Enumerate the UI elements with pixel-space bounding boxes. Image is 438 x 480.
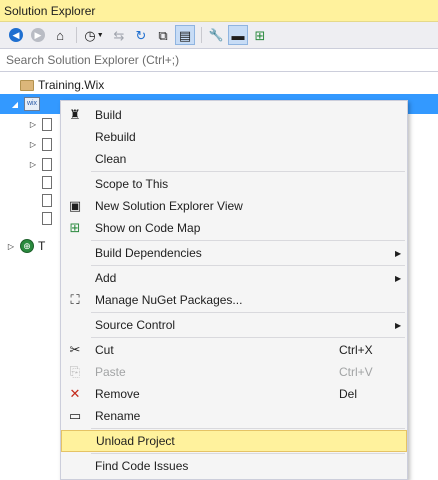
menu-item-add[interactable]: Add ▶ bbox=[61, 267, 407, 289]
menu-item-label: Cut bbox=[95, 343, 114, 357]
back-icon[interactable]: ◀ bbox=[6, 25, 26, 45]
tree-item[interactable]: ▷ bbox=[28, 114, 56, 134]
menu-item-label: Unload Project bbox=[96, 434, 175, 448]
file-icon bbox=[42, 137, 52, 151]
history-icon[interactable]: ◷ ▼ bbox=[81, 25, 107, 45]
menu-item-find-code-issues[interactable]: Find Code Issues bbox=[61, 455, 407, 477]
menu-separator bbox=[91, 240, 405, 241]
menu-item-label: Scope to This bbox=[95, 177, 169, 191]
tree-item-label: Training.Wix bbox=[38, 78, 105, 92]
menu-item-label: Find Code Issues bbox=[95, 459, 189, 473]
remove-icon: ✕ bbox=[69, 386, 81, 401]
paste-icon: ⎘ bbox=[69, 364, 81, 379]
code-map-icon[interactable]: ⊞ bbox=[250, 25, 270, 45]
menu-separator bbox=[91, 453, 405, 454]
menu-separator bbox=[91, 171, 405, 172]
menu-separator bbox=[91, 312, 405, 313]
menu-item-label: Rebuild bbox=[95, 130, 136, 144]
menu-item-manage-nuget[interactable]: ⛶ Manage NuGet Packages... bbox=[61, 289, 407, 311]
file-icon bbox=[42, 117, 52, 131]
refresh-icon[interactable]: ↻ bbox=[131, 25, 151, 45]
menu-item-label: Add bbox=[95, 271, 117, 285]
preview-icon[interactable]: ▬ bbox=[228, 25, 248, 45]
menu-item-label: Show on Code Map bbox=[95, 221, 201, 235]
menu-item-scope-to-this[interactable]: Scope to This bbox=[61, 173, 407, 195]
toolbar-separator bbox=[201, 27, 202, 43]
properties-icon[interactable]: 🔧 bbox=[206, 25, 226, 45]
folder-icon bbox=[20, 79, 34, 91]
menu-item-label: Remove bbox=[95, 387, 140, 401]
nuget-icon: ⛶ bbox=[70, 292, 80, 307]
toolbar: ◀ ▶ ⌂ ◷ ▼ ⇆ ↻ ⧉ ▤ 🔧 ▬ ⊞ bbox=[0, 22, 438, 48]
collapse-all-icon[interactable]: ⧉ bbox=[153, 25, 173, 45]
tree-item-solution[interactable]: Training.Wix bbox=[6, 75, 104, 95]
window-title: Solution Explorer bbox=[0, 0, 438, 22]
code-map-icon: ⊞ bbox=[69, 220, 81, 235]
menu-item-build-dependencies[interactable]: Build Dependencies ▶ bbox=[61, 242, 407, 264]
menu-item-shortcut: Del bbox=[339, 387, 358, 401]
expand-arrow-icon: ▷ bbox=[29, 159, 37, 169]
tree-item[interactable] bbox=[38, 208, 56, 228]
menu-item-shortcut: Ctrl+X bbox=[339, 343, 373, 357]
file-icon bbox=[42, 193, 52, 207]
expand-arrow-icon: ▷ bbox=[7, 241, 15, 251]
project-icon: wix bbox=[24, 97, 40, 111]
submenu-arrow-icon: ▶ bbox=[395, 248, 402, 258]
expand-arrow-icon: ▷ bbox=[29, 119, 37, 129]
menu-item-clean[interactable]: Clean bbox=[61, 148, 407, 170]
collapse-arrow-icon: ◢ bbox=[11, 99, 19, 109]
menu-item-label: Paste bbox=[95, 365, 126, 379]
cut-icon: ✂ bbox=[69, 342, 81, 357]
tree-item-label: T bbox=[38, 239, 46, 253]
menu-item-paste[interactable]: ⎘ Paste Ctrl+V bbox=[61, 361, 407, 383]
new-view-icon: ▣ bbox=[68, 198, 82, 213]
home-icon[interactable]: ⌂ bbox=[50, 25, 70, 45]
menu-item-label: Manage NuGet Packages... bbox=[95, 293, 243, 307]
menu-item-label: Build Dependencies bbox=[95, 246, 202, 260]
toolbar-separator bbox=[76, 27, 77, 43]
expand-arrow-icon: ▷ bbox=[29, 139, 37, 149]
file-icon bbox=[42, 175, 52, 189]
submenu-arrow-icon: ▶ bbox=[395, 320, 402, 330]
context-menu: ♜ Build Rebuild Clean Scope to This ▣ Ne… bbox=[60, 100, 408, 480]
menu-item-build[interactable]: ♜ Build bbox=[61, 104, 407, 126]
menu-item-cut[interactable]: ✂ Cut Ctrl+X bbox=[61, 339, 407, 361]
menu-item-label: Source Control bbox=[95, 318, 176, 332]
menu-item-rename[interactable]: ▭ Rename bbox=[61, 405, 407, 427]
menu-item-remove[interactable]: ✕ Remove Del bbox=[61, 383, 407, 405]
web-project-icon: ⊕ bbox=[20, 239, 34, 253]
tree-item[interactable]: ▷ bbox=[28, 134, 56, 154]
tree-item[interactable] bbox=[38, 190, 56, 210]
menu-item-new-view[interactable]: ▣ New Solution Explorer View bbox=[61, 195, 407, 217]
forward-icon[interactable]: ▶ bbox=[28, 25, 48, 45]
menu-item-unload-project[interactable]: Unload Project bbox=[61, 430, 407, 452]
menu-item-label: Rename bbox=[95, 409, 141, 423]
file-icon bbox=[42, 157, 52, 171]
tree-item-project[interactable]: ▷ ⊕ T bbox=[6, 236, 45, 256]
chevron-down-icon: ▼ bbox=[96, 31, 104, 39]
menu-item-label: Clean bbox=[95, 152, 127, 166]
menu-separator bbox=[91, 428, 405, 429]
menu-item-shortcut: Ctrl+V bbox=[339, 365, 373, 379]
menu-item-source-control[interactable]: Source Control ▶ bbox=[61, 314, 407, 336]
menu-item-code-map[interactable]: ⊞ Show on Code Map bbox=[61, 217, 407, 239]
build-icon: ♜ bbox=[69, 107, 81, 122]
menu-item-label: Build bbox=[95, 108, 122, 122]
menu-item-label: New Solution Explorer View bbox=[95, 199, 243, 213]
menu-separator bbox=[91, 337, 405, 338]
sync-icon[interactable]: ⇆ bbox=[109, 25, 129, 45]
search-input[interactable]: Search Solution Explorer (Ctrl+;) bbox=[0, 48, 438, 72]
rename-icon: ▭ bbox=[68, 408, 82, 423]
menu-item-rebuild[interactable]: Rebuild bbox=[61, 126, 407, 148]
show-all-files-icon[interactable]: ▤ bbox=[175, 25, 195, 45]
menu-separator bbox=[91, 265, 405, 266]
tree-item[interactable]: ▷ bbox=[28, 154, 56, 174]
tree-item[interactable] bbox=[38, 172, 56, 192]
file-icon bbox=[42, 211, 52, 225]
submenu-arrow-icon: ▶ bbox=[395, 273, 402, 283]
